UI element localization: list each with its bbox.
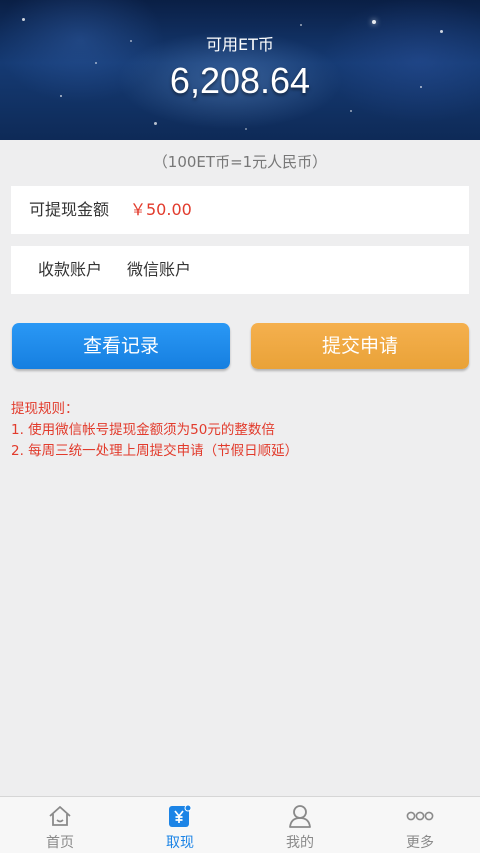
star-decoration xyxy=(245,128,247,130)
view-records-button[interactable]: 查看记录 xyxy=(12,323,230,369)
withdrawable-amount-row: 可提现金额 ￥50.00 xyxy=(11,186,469,234)
withdrawable-amount-value: ￥50.00 xyxy=(130,200,192,219)
tab-mine[interactable]: 我的 xyxy=(240,797,360,853)
receiving-account-row[interactable]: 收款账户 微信账户 xyxy=(11,246,469,294)
tab-withdraw-label: 取现 xyxy=(166,835,194,851)
withdrawable-amount-label: 可提现金额 xyxy=(29,200,110,219)
tab-withdraw[interactable]: 取现 xyxy=(120,797,240,853)
rule-item: 2. 每周三统一处理上周提交申请（节假日顺延） xyxy=(11,443,299,459)
balance-header: 可用ET币 6,208.64 xyxy=(0,0,480,140)
withdraw-rules: 提现规则： 1. 使用微信帐号提现金额须为50元的整数倍 2. 每周三统一处理上… xyxy=(11,399,298,462)
tab-home-label: 首页 xyxy=(46,835,74,851)
star-decoration xyxy=(22,18,25,21)
tab-more[interactable]: 更多 xyxy=(360,797,480,853)
rule-item: 1. 使用微信帐号提现金额须为50元的整数倍 xyxy=(11,422,275,438)
home-icon xyxy=(0,803,120,829)
tab-more-label: 更多 xyxy=(406,835,434,851)
star-decoration xyxy=(154,122,157,125)
bottom-tab-bar: 首页 取现 我的 更多 xyxy=(0,796,480,853)
balance-amount: 6,208.64 xyxy=(169,60,311,101)
receiving-account-label: 收款账户 xyxy=(38,260,103,279)
rules-title: 提现规则： xyxy=(11,401,79,417)
yuan-icon xyxy=(120,803,240,829)
submit-application-button[interactable]: 提交申请 xyxy=(251,323,469,369)
balance-label: 可用ET币 xyxy=(206,35,274,54)
star-decoration xyxy=(300,24,302,26)
receiving-account-value: 微信账户 xyxy=(127,260,192,279)
user-icon xyxy=(240,803,360,829)
tab-home[interactable]: 首页 xyxy=(0,797,120,853)
star-decoration xyxy=(350,110,352,112)
exchange-rate-note: （100ET币=1元人民币） xyxy=(152,153,328,171)
star-decoration xyxy=(372,20,376,24)
tab-mine-label: 我的 xyxy=(286,835,314,851)
more-icon xyxy=(360,803,480,829)
